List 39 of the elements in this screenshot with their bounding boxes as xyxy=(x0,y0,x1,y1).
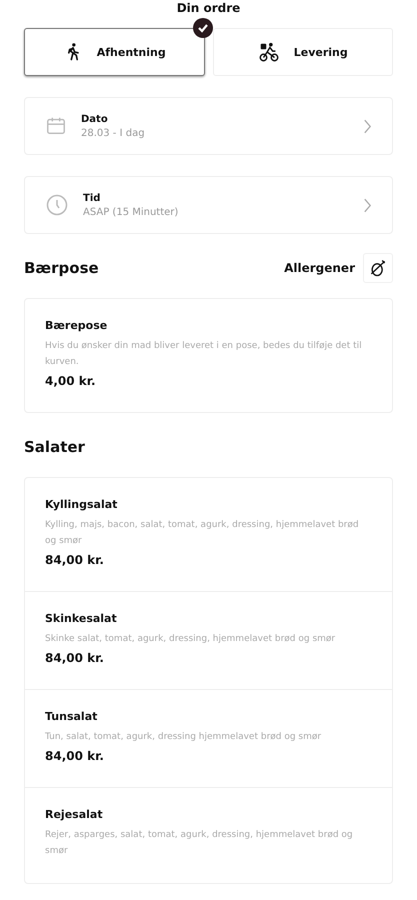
menu-item[interactable]: Kyllingsalat Kylling, majs, bacon, salat, tomat, agurk, dressing, hjemmelavet brød og smør 84,00 kr. xyxy=(25,478,392,592)
page-title: Din ordre xyxy=(176,0,242,15)
item-name: Skinkesalat xyxy=(45,612,118,625)
picker-row[interactable]: Dato 28.03 - I dag xyxy=(24,97,393,155)
picker-label: Tid xyxy=(83,192,102,204)
picker-value: ASAP (15 Minutter) xyxy=(83,206,180,218)
menu-item[interactable]: Skinkesalat Skinke salat, tomat, agurk, dressing, hjemmelavet brød og smør 84,00 kr. xyxy=(25,592,392,690)
chevron-right-icon xyxy=(363,198,372,212)
chevron-right-icon xyxy=(363,118,372,134)
cyclist-icon xyxy=(258,41,280,63)
item-description: Skinke salat, tomat, agurk, dressing, hjemmelavet brød og smør xyxy=(45,633,336,646)
clock-icon xyxy=(45,193,69,217)
section-title: Salater xyxy=(24,438,86,456)
menu-item[interactable]: Rejesalat Rejer, asparges, salat, tomat, agurk, dressing, hjemmelavet brød og smør xyxy=(25,788,392,883)
delivery-mode-tab[interactable]: Levering xyxy=(212,28,393,76)
item-price: 4,00 kr. xyxy=(45,374,97,388)
item-price: 84,00 kr. xyxy=(45,651,105,665)
picker-value: 28.03 - I dag xyxy=(81,128,146,138)
item-description: Kylling, majs, bacon, salat, tomat, agurk, dressing, hjemmelavet brød og smør xyxy=(45,519,360,548)
delivery-mode-tab[interactable]: Afhentning xyxy=(24,28,204,76)
menu-item[interactable]: Bærepose Hvis du ønsker din mad bliver leveret i en pose, bedes du tilføje det til kurven. 4,00 kr. xyxy=(25,299,392,412)
allergens-link[interactable]: Allergener xyxy=(284,261,355,275)
picker-row[interactable]: Tid ASAP (15 Minutter) xyxy=(24,176,393,234)
no-allergen-icon xyxy=(368,258,388,278)
section-title: Bærpose xyxy=(24,259,100,277)
menu-item[interactable]: Tunsalat Tun, salat, tomat, agurk, dressing hjemmelavet brød og smør 84,00 kr. xyxy=(25,690,392,788)
item-description: Hvis du ønsker din mad bliver leveret i en pose, bedes du tilføje det til kurven. xyxy=(45,340,363,369)
item-description: Tun, salat, tomat, agurk, dressing hjemmelavet brød og smør xyxy=(45,731,322,744)
check-icon xyxy=(192,18,212,38)
item-description: Rejer, asparges, salat, tomat, agurk, dressing, hjemmelavet brød og smør xyxy=(45,829,354,858)
item-name: Bærepose xyxy=(45,319,108,332)
calendar-icon xyxy=(45,115,67,137)
item-name: Kyllingsalat xyxy=(45,498,118,511)
item-name: Tunsalat xyxy=(45,710,98,723)
item-price: 84,00 kr. xyxy=(45,749,105,763)
item-name: Rejesalat xyxy=(45,808,104,821)
item-price: 84,00 kr. xyxy=(45,553,105,567)
picker-label: Dato xyxy=(81,114,109,124)
allergens-button[interactable] xyxy=(363,253,393,283)
